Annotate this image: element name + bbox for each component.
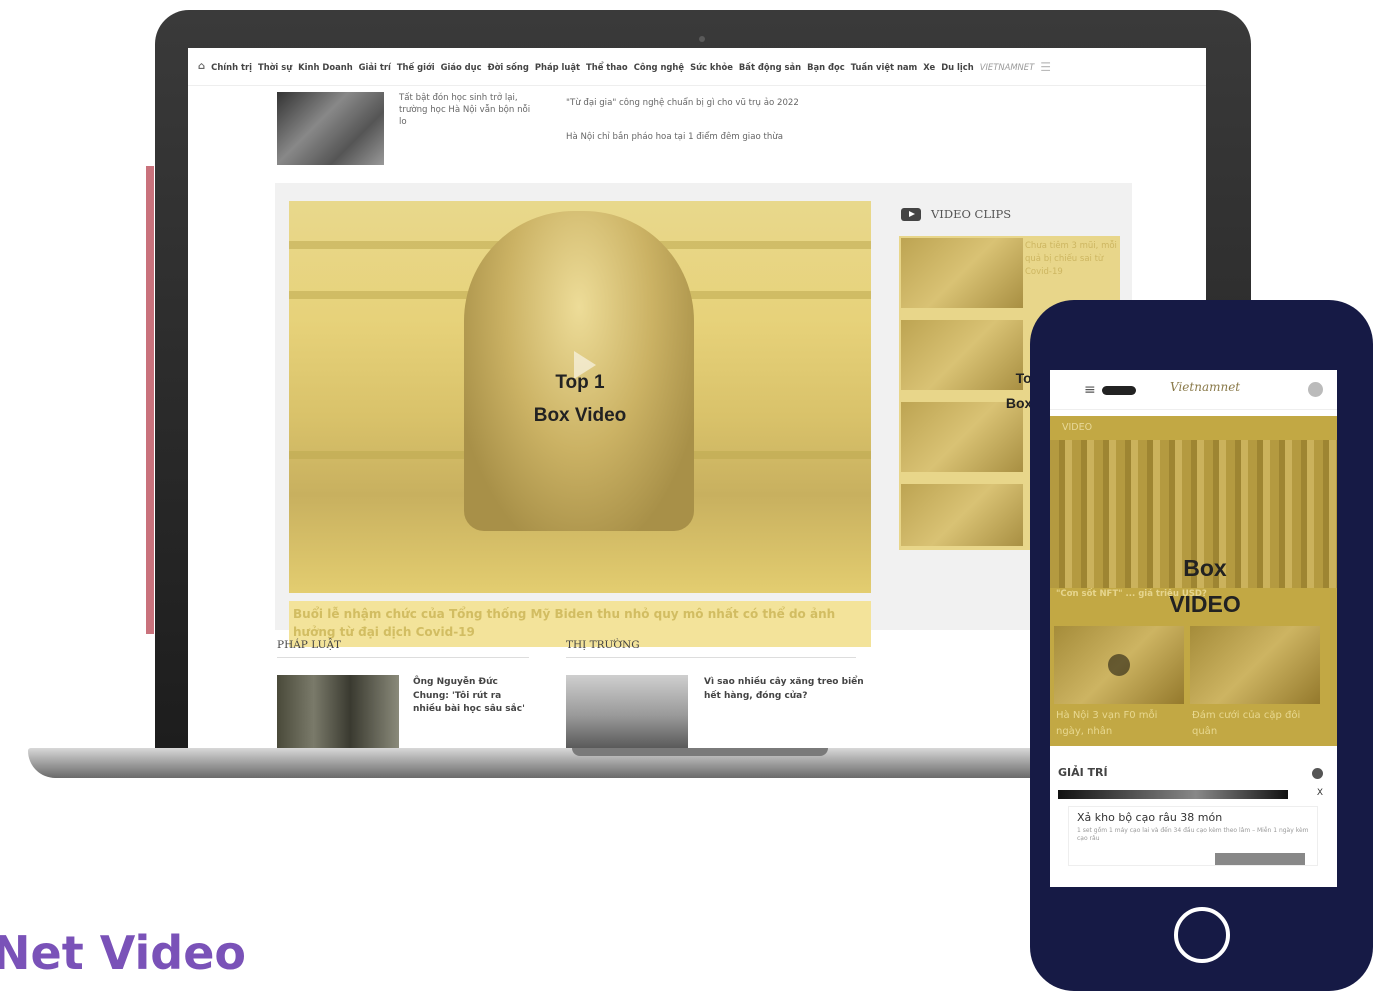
phone-clip-thumbnail[interactable] [1190, 626, 1320, 704]
ad-close-button[interactable]: X [1317, 788, 1323, 798]
nav-item-chinh-tri[interactable]: Chính trị [211, 62, 252, 72]
page-title: Net Video [0, 926, 246, 980]
nav-item-giai-tri[interactable]: Giải trí [359, 62, 391, 72]
phone-section-giai-tri[interactable]: GIẢI TRÍ [1058, 766, 1108, 779]
top-navigation: ⌂ Chính trị Thời sự Kinh Doanh Giải trí … [188, 48, 1206, 86]
overlay-line-2: Box Video [533, 405, 627, 426]
nav-item-tuan-viet-nam[interactable]: Tuần việt nam [851, 62, 918, 72]
nav-item-du-lich[interactable]: Du lịch [941, 62, 974, 72]
headline-2[interactable]: Hà Nội chỉ bắn pháo hoa tại 1 điểm đêm g… [566, 132, 783, 142]
phone-video-box[interactable]: VIDEO "Cơn sốt NFT" ... giá triệu USD? H… [1050, 416, 1337, 746]
ad-banner-bar [1058, 790, 1288, 799]
ad-description: 1 set gồm 1 máy cạo lai và đến 34 đầu cạ… [1077, 827, 1309, 842]
section-title-thi-truong[interactable]: THỊ TRƯỜNG [566, 639, 856, 658]
ad-cta-button[interactable] [1215, 853, 1305, 865]
headline-1[interactable]: "Từ đại gia" công nghệ chuẩn bị gì cho v… [566, 98, 799, 108]
main-video-player[interactable]: Top 1 Box Video [289, 201, 871, 593]
video-box-section: Top 1 Box Video Buổi lễ nhậm chức của Tổ… [275, 183, 1132, 647]
video-clips-title: VIDEO CLIPS [931, 207, 1012, 221]
phone: ≡ Vietnamnet VIDEO "Cơn sốt NFT" ... giá… [1030, 300, 1373, 991]
play-icon[interactable] [1108, 654, 1130, 676]
video-icon [901, 207, 921, 221]
phone-overlay-line-2: VIDEO [1169, 591, 1241, 617]
phone-overlay-label: Box VIDEO [1050, 550, 1337, 622]
nav-item-ban-doc[interactable]: Bạn đọc [807, 62, 845, 72]
home-icon[interactable]: ⌂ [198, 61, 205, 72]
phone-clip-caption[interactable]: Hà Nội 3 vạn F0 mỗi ngày, nhân [1056, 708, 1176, 740]
search-pill[interactable] [1102, 386, 1136, 395]
ad-title: Xả kho bộ cạo râu 38 món [1077, 811, 1223, 824]
phap-luat-article[interactable]: Ông Nguyễn Đức Chung: 'Tôi rút ra nhiều … [413, 676, 525, 717]
nav-item-bat-dong-san[interactable]: Bất động sản [739, 62, 801, 72]
nav-item-phap-luat[interactable]: Pháp luật [535, 62, 580, 72]
nav-logo[interactable]: VIETNAMNET [980, 62, 1035, 72]
section-title-phap-luat[interactable]: PHÁP LUẬT [277, 639, 529, 658]
phone-clip-thumbnail[interactable] [1054, 626, 1184, 704]
clip-title[interactable]: Chưa tiêm 3 mũi, mỗi quả bị chiếu sai từ… [1025, 240, 1117, 279]
video-clips-header: VIDEO CLIPS [901, 207, 1011, 221]
laptop-base [28, 748, 1138, 778]
menu-icon[interactable]: ☰ [1040, 60, 1051, 74]
top-news: Tất bật đón học sinh trở lại, trường học… [277, 88, 937, 168]
nav-item-the-thao[interactable]: Thể thao [586, 62, 628, 72]
nav-item-kinh-doanh[interactable]: Kinh Doanh [298, 62, 352, 72]
clip-thumbnail[interactable] [901, 484, 1023, 546]
thi-truong-thumbnail[interactable] [566, 675, 688, 748]
phone-clip-caption[interactable]: Đám cưới của cặp đôi quân [1192, 708, 1312, 740]
top-story-title[interactable]: Tất bật đón học sinh trở lại, trường học… [399, 92, 534, 128]
main-video-overlay-label: Top 1 Box Video [289, 366, 871, 432]
nav-item-thoi-su[interactable]: Thời sự [258, 62, 292, 72]
ad-box[interactable]: Xả kho bộ cạo râu 38 món 1 set gồm 1 máy… [1068, 806, 1318, 866]
thi-truong-article[interactable]: Vì sao nhiều cây xăng treo biển hết hàng… [704, 676, 864, 703]
overlay-line-1: Top 1 [555, 372, 605, 393]
nav-item-xe[interactable]: Xe [923, 62, 935, 72]
phone-screen: ≡ Vietnamnet VIDEO "Cơn sốt NFT" ... giá… [1050, 370, 1337, 887]
phone-home-button[interactable] [1174, 907, 1230, 963]
section-more-icon[interactable] [1312, 768, 1323, 779]
nav-item-the-gioi[interactable]: Thế giới [397, 62, 435, 72]
nav-item-cong-nghe[interactable]: Công nghệ [634, 62, 684, 72]
clip-thumbnail[interactable] [901, 238, 1023, 308]
nav-item-suc-khoe[interactable]: Sức khỏe [690, 62, 733, 72]
top-story-thumbnail[interactable] [277, 92, 384, 165]
phone-header: ≡ Vietnamnet [1050, 370, 1337, 410]
accent-bar [146, 166, 154, 634]
laptop-notch [572, 748, 828, 756]
laptop-camera [699, 36, 705, 42]
nav-item-giao-duc[interactable]: Giáo dục [441, 62, 482, 72]
phone-overlay-line-1: Box [1183, 555, 1227, 581]
phone-logo[interactable]: Vietnamnet [1170, 380, 1240, 394]
nav-item-doi-song[interactable]: Đời sống [488, 62, 529, 72]
phap-luat-thumbnail[interactable] [277, 675, 399, 748]
phone-video-label: VIDEO [1062, 422, 1093, 433]
hamburger-icon[interactable]: ≡ [1084, 382, 1096, 398]
profile-icon[interactable] [1308, 382, 1323, 397]
